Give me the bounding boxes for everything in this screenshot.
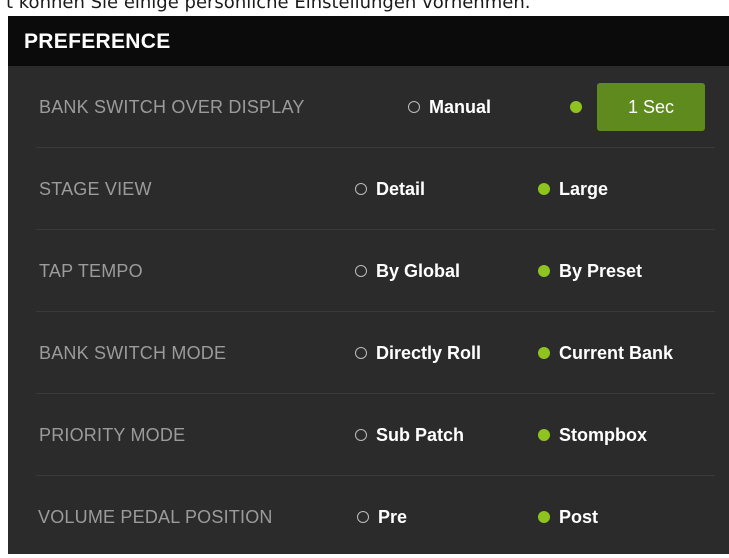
setting-label: TAP TEMPO (39, 261, 143, 281)
panel-title: PREFERENCE (24, 30, 171, 53)
option-sub-patch[interactable]: Sub Patch (355, 394, 464, 476)
setting-label: BANK SWITCH OVER DISPLAY (39, 97, 305, 117)
radio-off-icon (355, 429, 367, 441)
option-label: Pre (378, 506, 408, 527)
radio-on-icon (538, 429, 550, 441)
option-directly-roll[interactable]: Directly Roll (355, 312, 481, 394)
option-manual[interactable]: Manual (408, 66, 491, 148)
preference-panel: PREFERENCE BANK SWITCH OVER DISPLAY Manu… (8, 16, 729, 554)
option-label: Manual (429, 96, 492, 117)
setting-row-tap-tempo: TAP TEMPO By Global By Preset (8, 230, 729, 312)
option-label: Large (559, 178, 609, 199)
radio-on-icon (538, 511, 550, 523)
option-label: By Preset (559, 260, 643, 281)
setting-row-bank-switch-mode: BANK SWITCH MODE Directly Roll Current B… (8, 312, 729, 394)
radio-off-icon (355, 347, 367, 359)
radio-off-icon (355, 265, 367, 277)
option-stompbox[interactable]: Stompbox (538, 394, 647, 476)
option-label: Stompbox (559, 424, 647, 445)
option-current-bank[interactable]: Current Bank (538, 312, 673, 394)
setting-row-bank-switch-over-display: BANK SWITCH OVER DISPLAY Manual 1 Sec (8, 66, 729, 148)
option-detail[interactable]: Detail (355, 148, 425, 230)
option-pre[interactable]: Pre (357, 476, 407, 558)
option-by-global[interactable]: By Global (355, 230, 460, 312)
setting-label: PRIORITY MODE (39, 425, 186, 445)
option-label: Sub Patch (376, 424, 465, 445)
radio-off-icon (355, 183, 367, 195)
setting-label: BANK SWITCH MODE (39, 343, 227, 363)
option-label: Post (559, 506, 599, 527)
option-1-sec[interactable]: 1 Sec (570, 66, 705, 148)
one-sec-button[interactable]: 1 Sec (597, 83, 705, 131)
radio-on-icon (538, 347, 550, 359)
option-label: Detail (376, 178, 426, 199)
setting-row-priority-mode: PRIORITY MODE Sub Patch Stompbox (8, 394, 729, 476)
radio-on-icon (538, 265, 550, 277)
radio-on-icon (570, 101, 582, 113)
setting-row-stage-view: STAGE VIEW Detail Large (8, 148, 729, 230)
option-label: Directly Roll (376, 342, 482, 363)
radio-on-icon (538, 183, 550, 195)
panel-header: PREFERENCE (8, 16, 729, 66)
setting-label: VOLUME PEDAL POSITION (38, 507, 273, 527)
option-label: By Global (376, 260, 461, 281)
setting-row-volume-pedal-position: VOLUME PEDAL POSITION Pre Post (8, 476, 729, 558)
option-post[interactable]: Post (538, 476, 598, 558)
option-by-preset[interactable]: By Preset (538, 230, 642, 312)
option-large[interactable]: Large (538, 148, 608, 230)
setting-label: STAGE VIEW (39, 179, 152, 199)
option-label: Current Bank (559, 342, 674, 363)
radio-off-icon (408, 101, 420, 113)
document-caption-text: t können Sie einige persönliche Einstell… (6, 0, 531, 13)
radio-off-icon (357, 511, 369, 523)
